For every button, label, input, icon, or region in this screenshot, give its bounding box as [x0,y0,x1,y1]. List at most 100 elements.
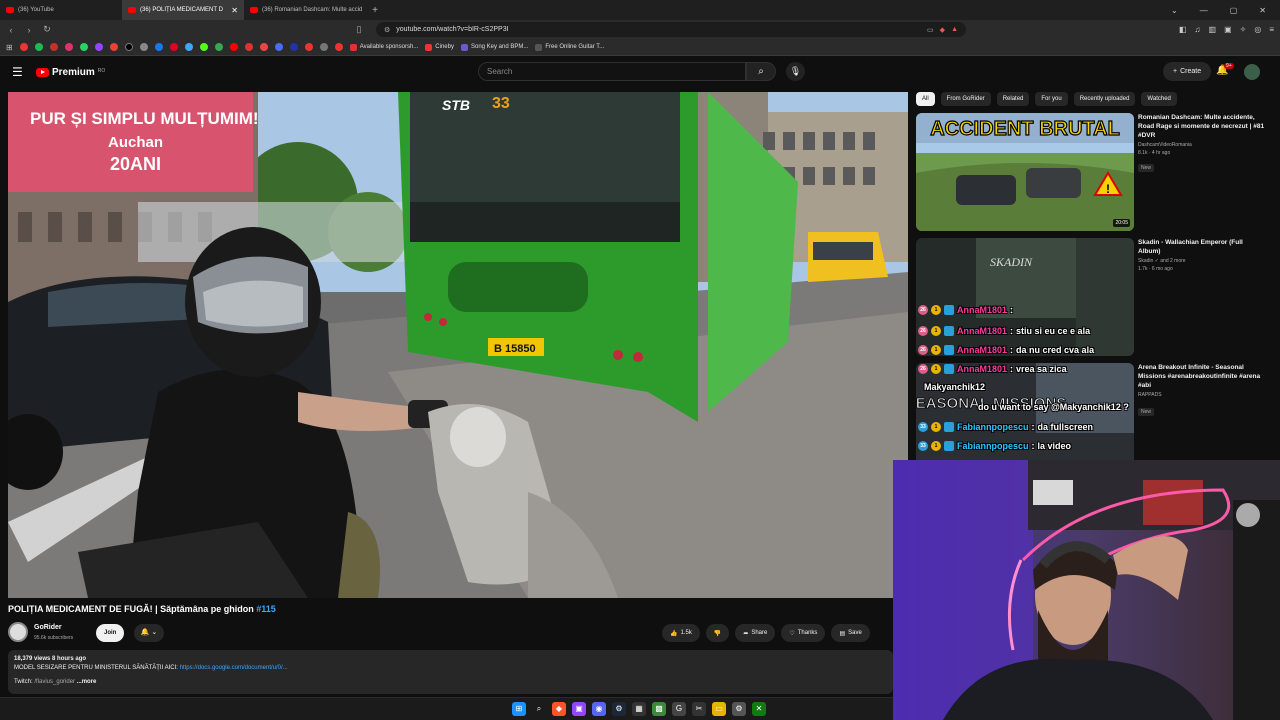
gmail-bookmark-icon[interactable] [109,43,118,51]
sidebar-icon[interactable]: ▥ [1209,25,1217,34]
channel-avatar[interactable] [8,622,28,642]
twitch-bookmark-icon[interactable] [94,43,103,51]
browser-tab[interactable]: (36) Romanian Dashcam: Multe accid [244,0,366,20]
video-player[interactable]: PUR ȘI SIMPLU MULȚUMIM! Auchan 20ANI STB… [8,92,908,598]
maps-bookmark-icon[interactable] [214,43,223,51]
url-field[interactable]: ⚙ youtube.com/watch?v=bIR-cS2PP3I ▭ ◆ ▲ [376,22,966,37]
bookmark-icon[interactable] [184,43,193,51]
settings-icon[interactable]: ⚙ [732,702,746,716]
video-title[interactable]: Arena Breakout Infinite - Seasonal Missi… [1138,363,1266,390]
close-window-icon[interactable]: ✕ [1259,6,1266,15]
chip-all[interactable]: All [916,92,935,106]
menu-icon[interactable]: ≡ [1269,25,1274,34]
instagram-bookmark-icon[interactable] [64,43,73,51]
search-input[interactable]: Search [478,62,746,81]
youtube-logo[interactable]: Premium RO [36,67,105,78]
channel-name[interactable]: GoRider [34,624,62,631]
vpn-icon[interactable]: ◎ [1254,25,1261,34]
bookmark-link[interactable]: Free Online Guitar T... [535,43,604,51]
bookmark-icon[interactable] [274,43,283,51]
join-button[interactable]: Join [96,624,125,642]
extension-icon[interactable]: ◧ [1179,25,1187,34]
chip-watched[interactable]: Watched [1141,92,1177,106]
video-thumbnail[interactable]: SKADIN [916,238,1134,356]
brave-rewards-icon[interactable]: ▲ [951,26,958,33]
browser-tab[interactable]: (36) YouTube [0,0,122,20]
music-icon[interactable]: ♫ [1195,25,1201,34]
steam-icon[interactable]: ⚙ [612,702,626,716]
file-explorer-icon[interactable]: ▭ [712,702,726,716]
bookmark-link[interactable]: Cineby [425,43,454,51]
chip-from-channel[interactable]: From GoRider [940,92,991,106]
puzzle-icon[interactable]: ✧ [1240,25,1247,34]
windows-start-icon[interactable]: ⊞ [512,702,526,716]
recommended-video[interactable]: SKADIN Skadin - Wallachian Emperor (Full… [916,238,1266,356]
reload-icon[interactable]: ↻ [42,24,52,35]
back-icon[interactable]: ‹ [6,25,16,35]
bookmark-icon[interactable] [334,43,343,51]
video-thumbnail[interactable]: ! ACCIDENT BRUTAL 20:05 [916,113,1134,231]
bookmark-icon[interactable] [49,43,58,51]
dislike-button[interactable]: 👎 [705,624,730,642]
site-info-icon[interactable]: ⚙ [384,26,390,34]
save-button[interactable]: ▤ Save [831,624,870,642]
bookmark-icon[interactable] [304,43,313,51]
bookmark-link[interactable]: Song Key and BPM... [460,43,528,51]
chip-for-you[interactable]: For you [1035,92,1068,106]
bookmark-icon[interactable] [259,43,268,51]
xbox-icon[interactable]: ✕ [752,702,766,716]
cast-icon[interactable]: ▭ [927,26,934,34]
bookmark-icon[interactable] [244,43,253,51]
recommended-video[interactable]: ! ACCIDENT BRUTAL 20:05 Romanian Dashcam… [916,113,1266,231]
like-button[interactable]: 👍 1.5k [662,624,700,642]
bookmark-icon[interactable] [139,43,148,51]
account-avatar[interactable] [1244,64,1260,80]
minimize-icon[interactable]: — [1200,6,1208,15]
capcut-icon[interactable]: ✂ [692,702,706,716]
close-tab-icon[interactable]: ✕ [231,6,238,15]
bookmark-link[interactable]: Available sponsorsh... [349,43,418,51]
discord-icon[interactable]: ◉ [592,702,606,716]
chip-related[interactable]: Related [996,92,1030,106]
browser-tab-active[interactable]: (36) POLIȚIA MEDICAMENT D ✕ [122,0,244,20]
thanks-button[interactable]: ♡ Thanks [781,624,826,642]
apps-icon[interactable]: ⊞ [6,43,13,52]
youtube-bookmark-icon[interactable] [19,43,28,51]
bookmark-icon[interactable]: ▯ [354,24,364,35]
voice-search-button[interactable]: 🎙 [786,62,805,81]
video-channel[interactable]: Skadin ✓ and 2 more [1138,258,1266,264]
share-button[interactable]: ➦ Share [735,624,776,642]
dropdown-icon[interactable]: ⌄ [1171,6,1178,15]
twitch-handle[interactable]: /flavius_gorider [34,679,75,685]
bookmark-icon[interactable] [289,43,298,51]
video-title[interactable]: Romanian Dashcam: Multe accidente, Road … [1138,113,1266,140]
description-box[interactable]: 18,379 views 8 hours ago MODEL SESIZARE … [8,650,893,694]
search-icon[interactable]: ⌕ [532,702,546,716]
wallet-icon[interactable]: ▣ [1224,25,1232,34]
hamburger-menu-icon[interactable]: ☰ [12,65,30,79]
spotify-bookmark-icon[interactable] [34,43,43,51]
kick-bookmark-icon[interactable] [199,43,208,51]
calculator-icon[interactable]: ▦ [632,702,646,716]
subscription-bell-button[interactable]: 🔔 ⌄ [134,624,164,642]
chip-recently-uploaded[interactable]: Recently uploaded [1073,92,1136,106]
brave-shield-icon[interactable]: ◆ [940,26,945,34]
bookmark-icon[interactable] [319,43,328,51]
description-link[interactable]: https://docs.google.com/document/u/0/... [180,665,288,671]
video-hashtag-link[interactable]: #115 [256,604,276,614]
bookmark-icon[interactable] [229,43,238,51]
maximize-icon[interactable]: ▢ [1230,6,1238,15]
brave-browser-icon[interactable]: ◆ [552,702,566,716]
facebook-bookmark-icon[interactable] [154,43,163,51]
x-bookmark-icon[interactable] [124,43,133,51]
app-icon[interactable]: G [672,702,686,716]
pinterest-bookmark-icon[interactable] [169,43,178,51]
video-title[interactable]: Skadin - Wallachian Emperor (Full Album) [1138,238,1266,256]
show-more-link[interactable]: ...more [77,679,97,685]
new-tab-button[interactable]: + [366,5,384,16]
create-button[interactable]: + Create [1163,62,1212,81]
whatsapp-bookmark-icon[interactable] [79,43,88,51]
twitch-icon[interactable]: ▣ [572,702,586,716]
video-channel[interactable]: DashcamVideoRomania [1138,142,1266,148]
video-channel[interactable]: RAPPADS [1138,392,1266,398]
